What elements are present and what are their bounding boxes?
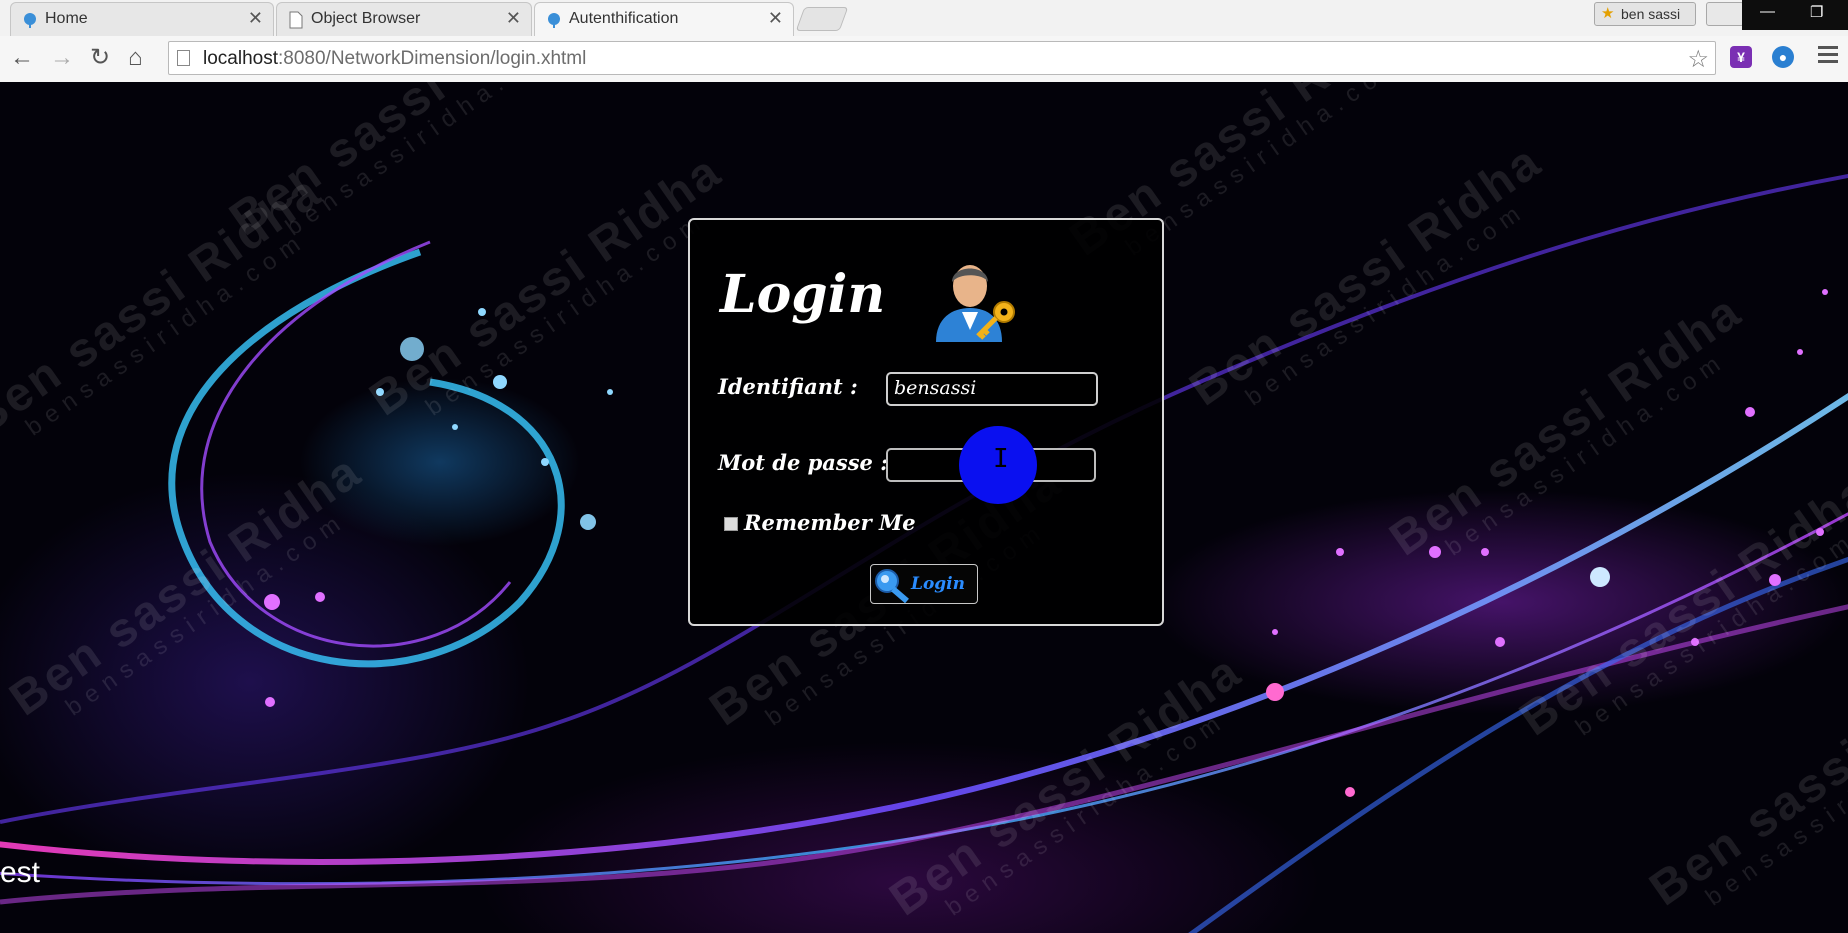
- identifiant-label: Identifiant :: [718, 374, 858, 399]
- restore-icon[interactable]: ❐: [1810, 3, 1823, 21]
- close-icon[interactable]: ✕: [506, 8, 521, 29]
- tomcat-icon: [548, 13, 560, 28]
- user-key-icon: [936, 265, 1015, 342]
- back-icon[interactable]: ←: [10, 44, 34, 72]
- reload-icon[interactable]: ↻: [90, 44, 110, 72]
- tab-autenthification[interactable]: Autenthification ✕: [534, 2, 794, 36]
- login-button-label: Login: [911, 574, 965, 594]
- password-label: Mot de passe :: [718, 450, 888, 475]
- minimize-icon[interactable]: —: [1760, 3, 1775, 20]
- login-title: Login: [720, 264, 886, 325]
- tomcat-icon: [24, 13, 36, 28]
- remember-me-checkbox[interactable]: [724, 517, 738, 531]
- page-footer-text: est: [0, 856, 41, 889]
- home-icon[interactable]: ⌂: [128, 44, 143, 72]
- extension-icon[interactable]: ¥: [1730, 46, 1752, 68]
- tab-home[interactable]: Home ✕: [10, 2, 274, 36]
- remember-me-label: Remember Me: [744, 510, 916, 535]
- page-icon: [289, 11, 303, 29]
- tab-title: Home: [45, 10, 88, 27]
- new-tab-button[interactable]: [795, 7, 849, 31]
- tab-title: Object Browser: [311, 10, 421, 27]
- profile-name: ben sassi: [1621, 6, 1681, 22]
- key-icon: [875, 569, 909, 603]
- browser-toolbar: ← → ↻ ⌂ localhost:8080/NetworkDimension/…: [0, 36, 1848, 83]
- window-controls: — ❐: [1742, 0, 1848, 30]
- close-icon[interactable]: ✕: [248, 8, 263, 29]
- tab-strip: Home ✕ Object Browser ✕ Autenthification…: [0, 0, 1848, 36]
- close-icon[interactable]: ✕: [768, 8, 783, 29]
- forward-icon[interactable]: →: [50, 44, 74, 72]
- login-button[interactable]: Login: [870, 564, 978, 604]
- identifiant-input[interactable]: bensassi: [886, 372, 1098, 406]
- tab-title: Autenthification: [569, 10, 679, 27]
- page-icon: [177, 50, 190, 66]
- profile-button[interactable]: ★ ben sassi: [1594, 2, 1696, 26]
- window-control-frame: [1706, 2, 1744, 26]
- menu-icon[interactable]: [1818, 46, 1838, 66]
- url-text: localhost:8080/NetworkDimension/login.xh…: [203, 48, 587, 69]
- tab-object-browser[interactable]: Object Browser ✕: [276, 2, 532, 36]
- login-panel: Login Identifiant : bensassi Mot de pass…: [688, 218, 1164, 626]
- chat-extension-icon[interactable]: ●: [1772, 46, 1794, 68]
- user-icon: ★: [1601, 5, 1615, 22]
- bookmark-star-icon[interactable]: ☆: [1687, 45, 1709, 74]
- address-bar[interactable]: localhost:8080/NetworkDimension/login.xh…: [168, 41, 1716, 75]
- page-viewport: Ben sassi Ridha bensassiridha.com Ben sas…: [0, 82, 1848, 933]
- text-cursor-icon: I: [993, 444, 1009, 474]
